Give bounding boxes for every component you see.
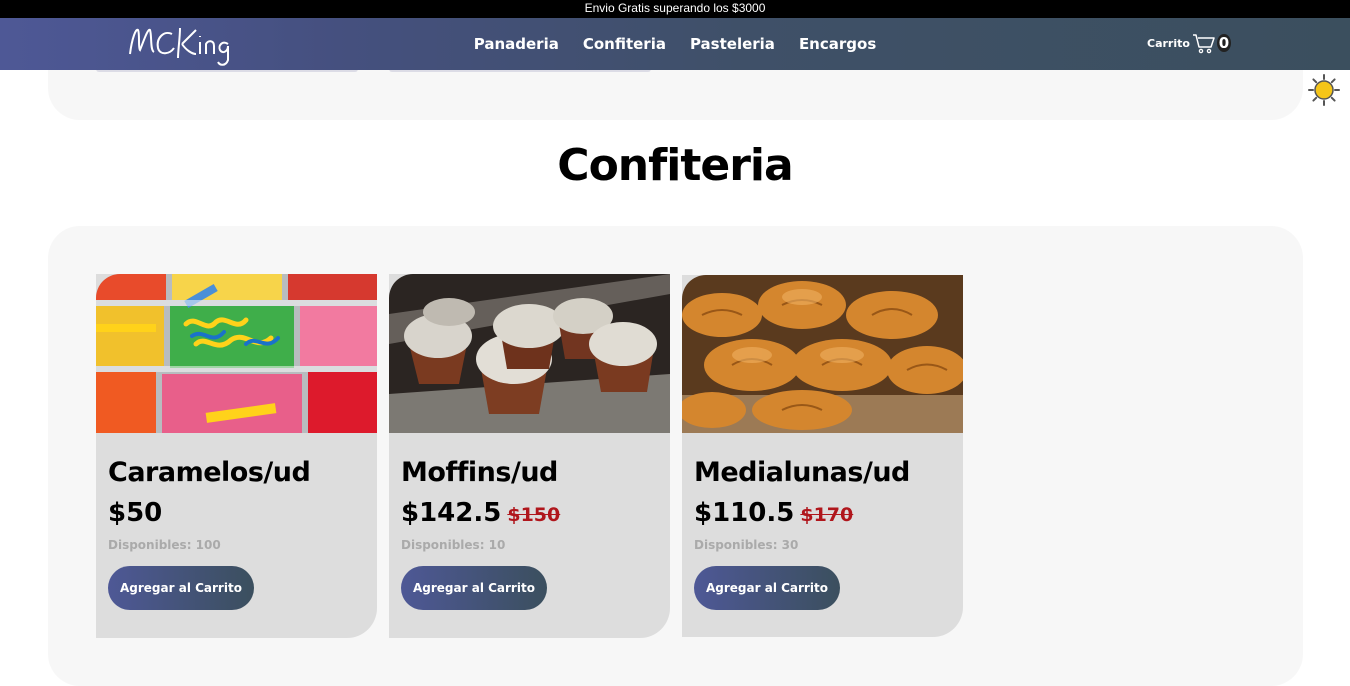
nav-link-encargos[interactable]: Encargos <box>799 35 876 53</box>
cart-icon <box>1192 34 1215 54</box>
product-price: $50 <box>108 498 163 528</box>
product-card: Caramelos/ud $50 Disponibles: 100 Agrega… <box>96 274 377 638</box>
product-stock: Disponibles: 10 <box>401 538 506 552</box>
nav-link-pasteleria[interactable]: Pasteleria <box>690 35 775 53</box>
product-name: Medialunas/ud <box>694 457 910 488</box>
product-stock: Disponibles: 100 <box>108 538 221 552</box>
cart-count-badge: 0 <box>1216 34 1231 52</box>
croissants-photo <box>682 275 963 433</box>
muffins-photo <box>389 274 670 433</box>
price-row: $142.5 $150 <box>401 498 658 528</box>
price-row: $110.5 $170 <box>694 498 951 528</box>
announcement-text: Envio Gratis superando los $3000 <box>584 1 766 15</box>
nav-link-confiteria[interactable]: Confiteria <box>583 35 666 53</box>
product-card: Medialunas/ud $110.5 $170 Disponibles: 3… <box>682 275 963 637</box>
add-to-cart-button[interactable]: Agregar al Carrito <box>108 566 254 610</box>
cart-label: Carrito <box>1147 36 1190 50</box>
theme-toggle[interactable] <box>1308 74 1340 106</box>
candy-photo <box>96 274 377 433</box>
price-row: $50 <box>108 498 365 528</box>
add-to-cart-button[interactable]: Agregar al Carrito <box>401 566 547 610</box>
nav-link-panaderia[interactable]: Panaderia <box>474 35 559 53</box>
product-old-price: $170 <box>800 504 854 526</box>
product-card: Moffins/ud $142.5 $150 Disponibles: 10 A… <box>389 274 670 638</box>
section-title: Confiteria <box>557 140 793 191</box>
product-name: Caramelos/ud <box>108 457 311 488</box>
sun-icon <box>1308 74 1340 106</box>
product-old-price: $150 <box>507 504 561 526</box>
add-to-cart-button[interactable]: Agregar al Carrito <box>694 566 840 610</box>
cart-button[interactable]: Carrito 0 <box>1147 28 1231 58</box>
product-price: $110.5 <box>694 498 795 528</box>
product-stock: Disponibles: 30 <box>694 538 799 552</box>
announcement-bar: Envio Gratis superando los $3000 <box>0 0 1350 18</box>
product-price: $142.5 <box>401 498 502 528</box>
product-name: Moffins/ud <box>401 457 558 488</box>
navbar: Panaderia Confiteria Pasteleria Encargos… <box>0 18 1350 70</box>
